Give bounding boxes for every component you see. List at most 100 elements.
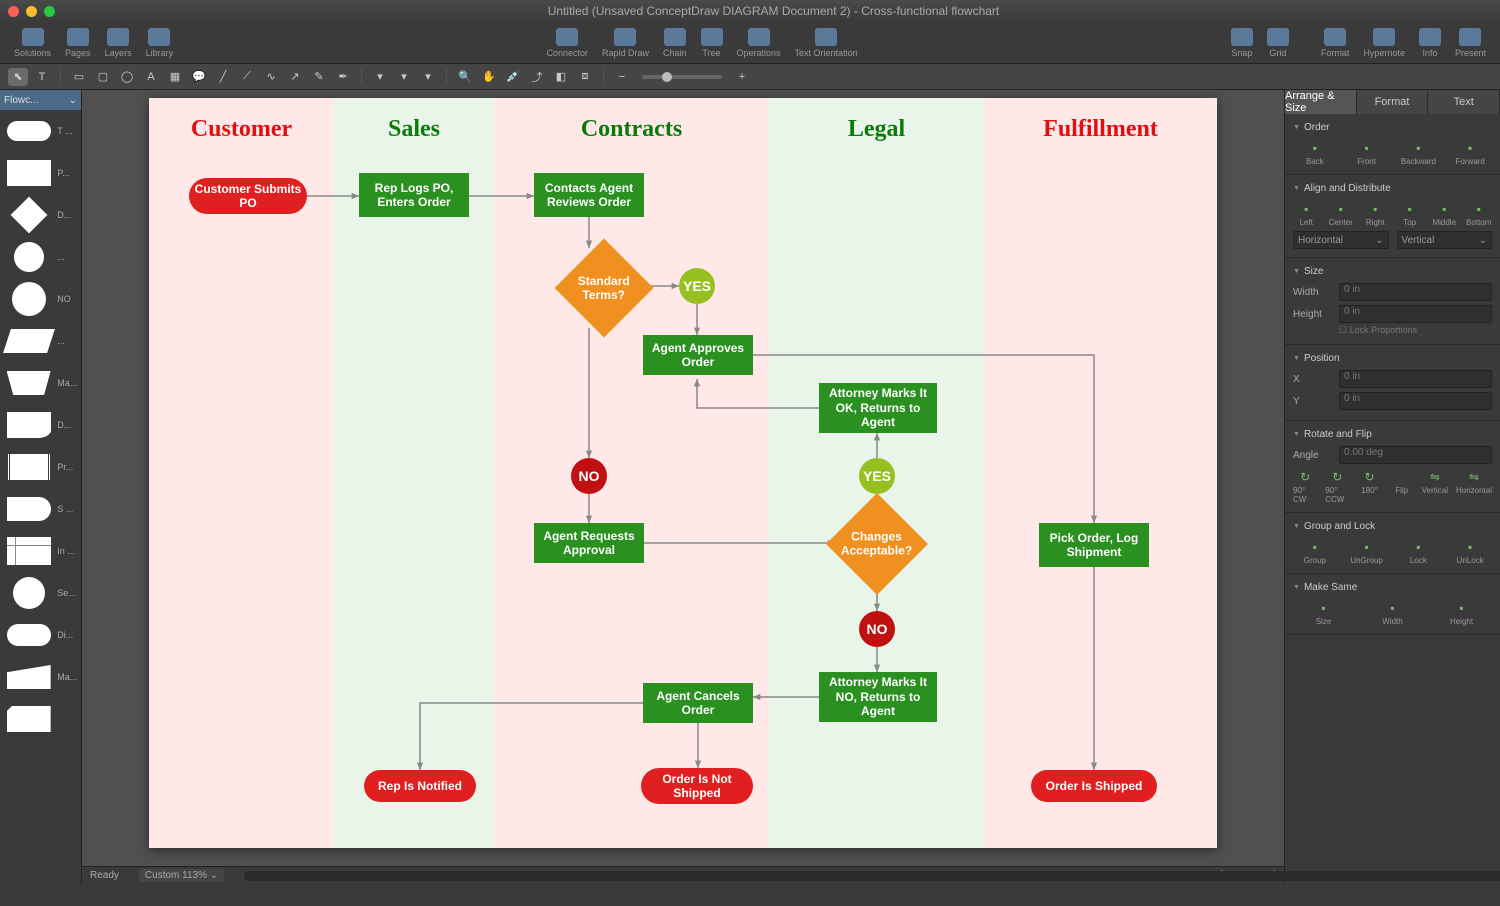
shape-process[interactable]: P... <box>0 152 81 194</box>
hscrollbar[interactable] <box>244 871 1500 881</box>
right-button[interactable]: ▪Right <box>1362 202 1389 227</box>
lock-button[interactable]: ▪Lock <box>1397 540 1441 565</box>
flip-horizontal-button[interactable]: ⇋Horizontal <box>1456 470 1492 504</box>
shape-predefined[interactable]: Pr... <box>0 446 81 488</box>
height-field[interactable]: 0 in <box>1339 305 1492 323</box>
paint-bucket-tool[interactable]: ▾ <box>370 68 390 86</box>
info-button[interactable]: Info <box>1413 26 1447 60</box>
zoom-in[interactable]: + <box>732 68 752 86</box>
connector-tool[interactable]: ↗ <box>285 68 305 86</box>
rotate-180-button[interactable]: ↻180° <box>1357 470 1381 504</box>
crop-tool[interactable]: ⧈ <box>575 68 595 86</box>
shape-card[interactable] <box>0 698 81 740</box>
node-n11[interactable]: Attorney Marks It OK, Returns to Agent <box>819 383 937 433</box>
canvas[interactable]: CustomerSalesContractsLegalFulfillmentCu… <box>82 90 1284 866</box>
inspector-tab-arrange-size[interactable]: Arrange & Size <box>1285 90 1357 114</box>
inspector-tab-format[interactable]: Format <box>1357 90 1429 114</box>
node-n7[interactable]: NO <box>571 458 607 494</box>
shape-off-page[interactable]: NO <box>0 278 81 320</box>
dropper-tool[interactable]: 💉 <box>503 68 523 86</box>
rapid-draw-button[interactable]: Rapid Draw <box>596 26 655 60</box>
node-n18[interactable]: Order Is Shipped <box>1031 770 1157 802</box>
zoom-out[interactable]: − <box>612 68 632 86</box>
arc-tool[interactable]: ⟋ <box>237 68 257 86</box>
shape-terminator[interactable]: T ... <box>0 110 81 152</box>
operations-button[interactable]: Operations <box>731 26 787 60</box>
width-button[interactable]: ▪Width <box>1362 601 1423 626</box>
pencil-tool[interactable]: ✎ <box>309 68 329 86</box>
group-button[interactable]: ▪Group <box>1293 540 1337 565</box>
zoom-dropdown[interactable]: Custom 113% ⌄ <box>139 869 224 882</box>
text-orientation-button[interactable]: Text Orientation <box>789 26 864 60</box>
present-button[interactable]: Present <box>1449 26 1492 60</box>
format-button[interactable]: Format <box>1315 26 1356 60</box>
line-tool[interactable]: ╱ <box>213 68 233 86</box>
pages-button[interactable]: Pages <box>59 26 97 60</box>
ungroup-button[interactable]: ▪UnGroup <box>1345 540 1389 565</box>
rect-tool[interactable]: ▭ <box>69 68 89 86</box>
distribute-v-dropdown[interactable]: Vertical ⌄ <box>1397 231 1493 249</box>
zoom-tool[interactable]: 🔍 <box>455 68 475 86</box>
pen-tool[interactable]: ✒ <box>333 68 353 86</box>
bottom-button[interactable]: ▪Bottom <box>1466 202 1493 227</box>
shape-data[interactable]: ... <box>0 320 81 362</box>
rounded-rect-tool[interactable]: ▢ <box>93 68 113 86</box>
close-icon[interactable] <box>8 6 19 17</box>
zoom-slider[interactable] <box>642 75 722 79</box>
layers-button[interactable]: Layers <box>99 26 138 60</box>
page[interactable]: CustomerSalesContractsLegalFulfillmentCu… <box>149 98 1217 848</box>
inspector-tab-text[interactable]: Text <box>1428 90 1500 114</box>
flip-vertical-button[interactable]: ⇋Vertical <box>1422 470 1448 504</box>
node-n14[interactable]: Agent Cancels Order <box>643 683 753 723</box>
node-n1[interactable]: Customer Submits PO <box>189 178 307 214</box>
rotate-90CCW-button[interactable]: ↻90° CCW <box>1325 470 1349 504</box>
select-tool[interactable]: ⬉ <box>8 68 28 86</box>
grid-button[interactable]: Grid <box>1261 26 1295 60</box>
line-style-tool[interactable]: ▾ <box>394 68 414 86</box>
zoom-icon[interactable] <box>44 6 55 17</box>
front-button[interactable]: ▪Front <box>1345 141 1389 166</box>
lane-fulfillment[interactable]: Fulfillment <box>984 98 1217 848</box>
shape-decision[interactable]: D... <box>0 194 81 236</box>
text-box-tool[interactable]: A <box>141 68 161 86</box>
angle-field[interactable]: 0.00 deg <box>1339 446 1492 464</box>
node-n10[interactable]: YES <box>859 458 895 494</box>
backward-button[interactable]: ▪Backward <box>1397 141 1441 166</box>
spline-tool[interactable]: ∿ <box>261 68 281 86</box>
unlock-button[interactable]: ▪UnLock <box>1448 540 1492 565</box>
node-n3[interactable]: Contacts Agent Reviews Order <box>534 173 644 217</box>
node-n17[interactable]: Pick Order, Log Shipment <box>1039 523 1149 567</box>
rotate-90CW-button[interactable]: ↻90° CW <box>1293 470 1317 504</box>
shape-document[interactable]: D... <box>0 404 81 446</box>
pan-tool[interactable]: ✋ <box>479 68 499 86</box>
forward-button[interactable]: ▪Forward <box>1448 141 1492 166</box>
text-tool[interactable]: T <box>32 68 52 86</box>
node-n8[interactable]: Agent Requests Approval <box>534 523 644 563</box>
back-button[interactable]: ▪Back <box>1293 141 1337 166</box>
height-button[interactable]: ▪Height <box>1431 601 1492 626</box>
center-button[interactable]: ▪Center <box>1328 202 1355 227</box>
shape-seq-access[interactable]: Se... <box>0 572 81 614</box>
distribute-h-dropdown[interactable]: Horizontal ⌄ <box>1293 231 1389 249</box>
node-n5[interactable]: YES <box>679 268 715 304</box>
solutions-button[interactable]: Solutions <box>8 26 57 60</box>
arrow-style-tool[interactable]: ▾ <box>418 68 438 86</box>
shape-direct-access[interactable]: Di... <box>0 614 81 656</box>
hypernote-button[interactable]: Hypernote <box>1357 26 1411 60</box>
ellipse-tool[interactable]: ◯ <box>117 68 137 86</box>
eyedropper-tool[interactable]: ⤴ <box>527 68 547 86</box>
library-button[interactable]: Library <box>140 26 180 60</box>
node-n6[interactable]: Agent Approves Order <box>643 335 753 375</box>
shape-manual-input[interactable]: Ma... <box>0 656 81 698</box>
table-tool[interactable]: ▦ <box>165 68 185 86</box>
node-n12[interactable]: NO <box>859 611 895 647</box>
left-button[interactable]: ▪Left <box>1293 202 1320 227</box>
node-n2[interactable]: Rep Logs PO, Enters Order <box>359 173 469 217</box>
snap-button[interactable]: Snap <box>1225 26 1259 60</box>
chain-button[interactable]: Chain <box>657 26 693 60</box>
size-button[interactable]: ▪Size <box>1293 601 1354 626</box>
shape-manual-op[interactable]: Ma... <box>0 362 81 404</box>
x-field[interactable]: 0 in <box>1339 370 1492 388</box>
minimize-icon[interactable] <box>26 6 37 17</box>
callout-tool[interactable]: 💬 <box>189 68 209 86</box>
